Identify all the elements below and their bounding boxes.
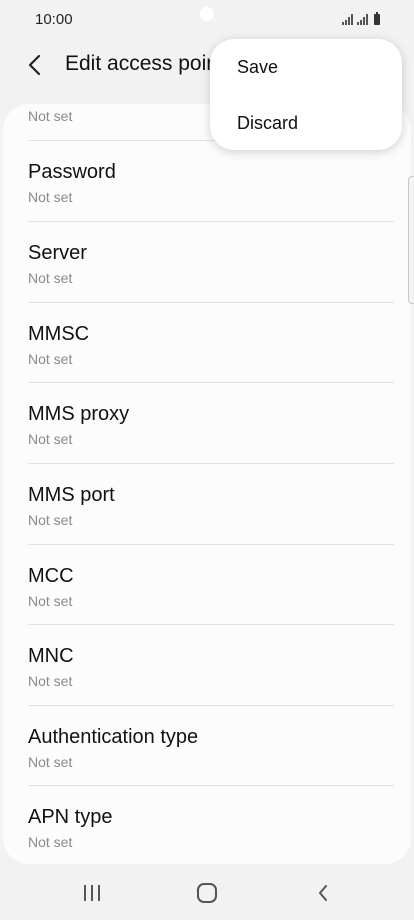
settings-row-mms-proxy[interactable]: MMS proxy Not set xyxy=(3,382,411,462)
signal-icon xyxy=(342,13,353,25)
settings-row-mms-port[interactable]: MMS port Not set xyxy=(3,463,411,543)
setting-value: Not set xyxy=(28,108,73,124)
settings-row-password[interactable]: Password Not set xyxy=(3,140,411,220)
setting-label: Authentication type xyxy=(28,726,199,748)
signal-icon xyxy=(357,13,368,25)
setting-value: Not set xyxy=(28,351,73,367)
setting-label: MMS port xyxy=(28,484,115,506)
overflow-menu: Save Discard xyxy=(210,39,402,150)
camera-cutout xyxy=(200,7,214,21)
back-button[interactable] xyxy=(18,48,52,82)
setting-label: MMS proxy xyxy=(28,403,130,425)
home-icon xyxy=(197,883,217,903)
status-time: 10:00 xyxy=(35,11,73,28)
settings-row-apn-type[interactable]: APN type Not set xyxy=(3,785,411,864)
scrollbar-handle[interactable] xyxy=(408,176,414,304)
recents-button[interactable] xyxy=(77,878,107,908)
status-icons xyxy=(342,12,380,25)
menu-item-save[interactable]: Save xyxy=(210,39,402,95)
menu-item-label: Save xyxy=(237,57,279,77)
setting-label: MMSC xyxy=(28,323,90,345)
recents-icon xyxy=(84,885,100,901)
setting-value: Not set xyxy=(28,834,73,850)
settings-row-server[interactable]: Server Not set xyxy=(3,221,411,301)
setting-label: Server xyxy=(28,242,87,264)
setting-value: Not set xyxy=(28,270,73,286)
setting-label: MNC xyxy=(28,645,74,667)
navigation-bar xyxy=(0,864,414,920)
setting-value: Not set xyxy=(28,512,73,528)
settings-row-mcc[interactable]: MCC Not set xyxy=(3,544,411,624)
status-bar: 10:00 xyxy=(0,0,414,38)
setting-value: Not set xyxy=(28,754,73,770)
home-button[interactable] xyxy=(192,878,222,908)
setting-value: Not set xyxy=(28,431,73,447)
menu-item-discard[interactable]: Discard xyxy=(210,95,402,151)
battery-icon xyxy=(374,12,380,25)
setting-label: MCC xyxy=(28,565,74,587)
setting-value: Not set xyxy=(28,593,73,609)
back-icon xyxy=(319,885,327,901)
settings-row-mmsc[interactable]: MMSC Not set xyxy=(3,302,411,382)
setting-label: Password xyxy=(28,161,116,183)
settings-row-authentication-type[interactable]: Authentication type Not set xyxy=(3,705,411,785)
back-arrow-icon xyxy=(28,54,41,76)
page-title: Edit access point xyxy=(65,52,215,75)
menu-item-label: Discard xyxy=(237,113,299,133)
settings-list[interactable]: Not set Password Not set Server Not set … xyxy=(3,104,411,864)
setting-value: Not set xyxy=(28,673,73,689)
setting-value: Not set xyxy=(28,189,73,205)
settings-row-mnc[interactable]: MNC Not set xyxy=(3,624,411,704)
setting-label: APN type xyxy=(28,806,113,828)
nav-back-button[interactable] xyxy=(308,878,338,908)
